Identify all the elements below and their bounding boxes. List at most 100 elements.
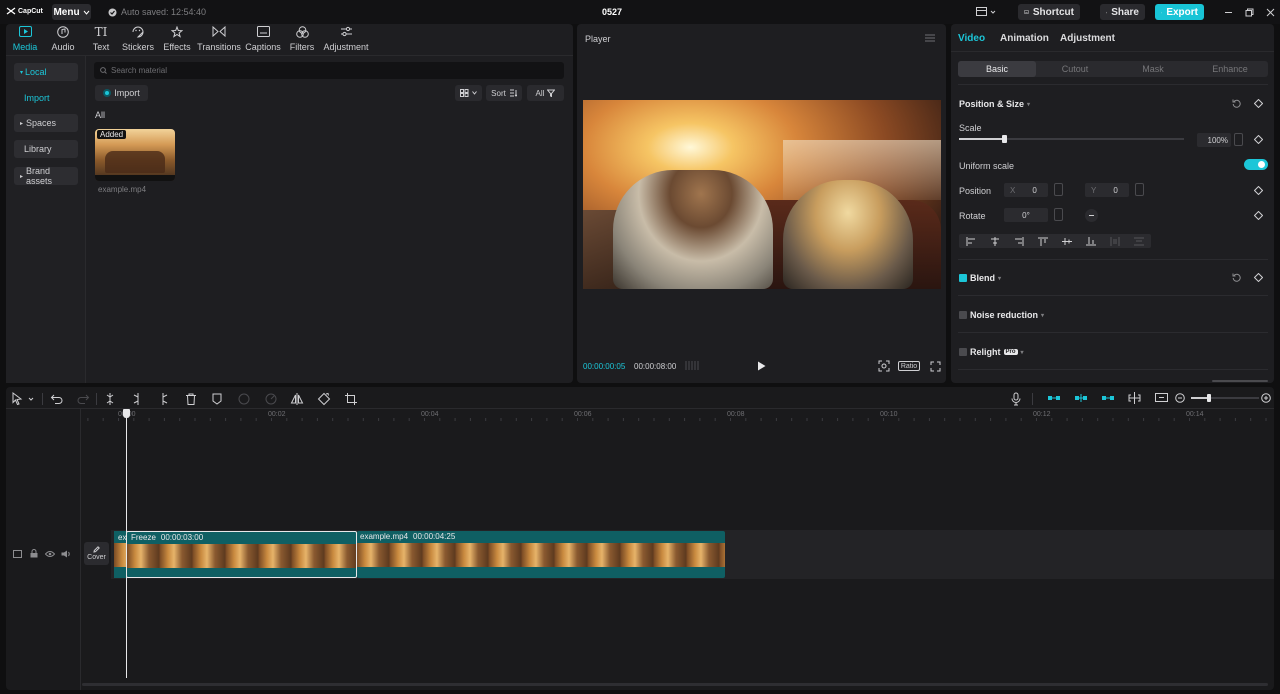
fullscreen-icon[interactable] bbox=[930, 361, 941, 372]
media-clip-thumbnail[interactable]: Added bbox=[95, 129, 175, 181]
auto-snap-icon[interactable] bbox=[1074, 393, 1088, 403]
filter-button[interactable]: All bbox=[527, 85, 564, 101]
position-size-header[interactable]: Position & Size ▾ bbox=[959, 99, 1030, 109]
lock-icon[interactable] bbox=[30, 549, 38, 558]
menu-button[interactable]: Menu bbox=[52, 4, 91, 20]
align-bottom-icon[interactable] bbox=[1086, 236, 1096, 246]
keyframe-icon[interactable] bbox=[1254, 186, 1263, 195]
play-icon[interactable] bbox=[757, 361, 766, 371]
align-top-icon[interactable] bbox=[1038, 237, 1048, 246]
align-left-icon[interactable] bbox=[966, 236, 976, 246]
microphone-icon[interactable] bbox=[1009, 392, 1023, 406]
sidebar-item-brand-assets[interactable]: ▸ Brand assets bbox=[14, 166, 78, 186]
export-button[interactable]: Export bbox=[1155, 4, 1204, 20]
sidebar-item-local[interactable]: ▾ Local bbox=[14, 63, 78, 81]
keyframe-icon[interactable] bbox=[1254, 135, 1263, 144]
sidebar-item-spaces[interactable]: ▸ Spaces bbox=[14, 114, 78, 132]
share-button[interactable]: Share bbox=[1100, 4, 1145, 20]
rotate-dial[interactable] bbox=[1085, 209, 1098, 222]
subtab-basic[interactable]: Basic bbox=[958, 61, 1036, 77]
close-icon[interactable] bbox=[1266, 8, 1275, 17]
tab-text[interactable]: TI Text bbox=[90, 26, 112, 52]
keyframe-icon[interactable] bbox=[1254, 99, 1263, 108]
select-tool-icon[interactable] bbox=[11, 392, 25, 406]
subtab-enhance[interactable]: Enhance bbox=[1191, 61, 1269, 77]
keyframe-icon[interactable] bbox=[1254, 273, 1263, 282]
undo-icon[interactable] bbox=[50, 392, 64, 406]
main-track-magnet-icon[interactable] bbox=[1047, 393, 1061, 403]
preview-axis-icon[interactable] bbox=[1128, 392, 1141, 404]
tab-adjustment-props[interactable]: Adjustment bbox=[1060, 33, 1115, 44]
align-center-v-icon[interactable] bbox=[1062, 237, 1072, 246]
scale-stepper[interactable] bbox=[1234, 133, 1243, 146]
restore-icon[interactable] bbox=[1245, 8, 1254, 17]
tab-captions[interactable]: Captions bbox=[245, 26, 281, 52]
position-y-field[interactable]: Y0 bbox=[1085, 183, 1129, 197]
blend-header[interactable]: Blend ▾ bbox=[959, 273, 1001, 283]
clip-prefix[interactable]: ex bbox=[114, 531, 126, 578]
rotate-icon[interactable] bbox=[317, 392, 331, 406]
rotate-stepper[interactable] bbox=[1054, 208, 1063, 221]
tab-transitions[interactable]: Transitions bbox=[197, 26, 241, 52]
tab-animation[interactable]: Animation bbox=[1000, 33, 1049, 44]
freeze-clip[interactable]: Freeze 00:00:03:00 bbox=[126, 531, 357, 578]
align-right-icon[interactable] bbox=[1014, 236, 1024, 246]
split-right-icon[interactable] bbox=[157, 392, 171, 406]
subtab-mask[interactable]: Mask bbox=[1114, 61, 1192, 77]
view-mode-button[interactable] bbox=[455, 85, 482, 101]
playhead[interactable] bbox=[126, 409, 127, 678]
search-input[interactable]: Search material bbox=[94, 62, 564, 79]
player-menu-icon[interactable] bbox=[925, 34, 935, 42]
scale-slider-knob[interactable] bbox=[1002, 135, 1007, 143]
panel-scrollbar[interactable] bbox=[1212, 380, 1268, 382]
noise-reduction-checkbox[interactable] bbox=[959, 311, 967, 319]
tab-video[interactable]: Video bbox=[958, 33, 985, 44]
relight-header[interactable]: Relight Pro ▾ bbox=[959, 347, 1024, 357]
sort-button[interactable]: Sort bbox=[486, 85, 522, 101]
ratio-button[interactable]: Ratio bbox=[898, 361, 920, 371]
noise-reduction-header[interactable]: Noise reduction ▾ bbox=[959, 310, 1044, 320]
tab-adjustment[interactable]: Adjustment bbox=[323, 26, 369, 52]
sidebar-item-import[interactable]: Import bbox=[14, 89, 78, 107]
chevron-down-icon[interactable] bbox=[28, 397, 34, 401]
rotate-field[interactable]: 0° bbox=[1004, 208, 1048, 222]
keyframe-icon[interactable] bbox=[1254, 211, 1263, 220]
tab-media[interactable]: Media bbox=[12, 26, 38, 52]
video-clip[interactable]: example.mp4 00:00:04:25 bbox=[357, 531, 725, 578]
mirror-icon[interactable] bbox=[290, 392, 304, 406]
cover-button[interactable]: Cover bbox=[84, 542, 109, 565]
speaker-icon[interactable] bbox=[61, 550, 71, 558]
zoom-in-icon[interactable] bbox=[1261, 393, 1271, 403]
linkage-icon[interactable] bbox=[1101, 393, 1115, 403]
layout-button[interactable] bbox=[976, 7, 996, 16]
tab-effects[interactable]: Effects bbox=[163, 26, 191, 52]
crop-icon[interactable] bbox=[344, 392, 358, 406]
split-left-icon[interactable] bbox=[130, 392, 144, 406]
position-y-stepper[interactable] bbox=[1135, 183, 1144, 196]
zoom-slider[interactable] bbox=[1191, 394, 1259, 402]
blend-checkbox[interactable] bbox=[959, 274, 967, 282]
import-button[interactable]: Import bbox=[95, 85, 148, 101]
zoom-out-icon[interactable] bbox=[1175, 393, 1185, 403]
tab-audio[interactable]: Audio bbox=[50, 26, 76, 52]
uniform-scale-toggle[interactable] bbox=[1244, 159, 1268, 170]
relight-checkbox[interactable] bbox=[959, 348, 967, 356]
subtab-cutout[interactable]: Cutout bbox=[1036, 61, 1114, 77]
position-x-stepper[interactable] bbox=[1054, 183, 1063, 196]
scale-slider[interactable] bbox=[959, 135, 1184, 143]
minimize-icon[interactable] bbox=[1224, 8, 1233, 17]
playhead-handle[interactable] bbox=[123, 409, 130, 418]
reset-icon[interactable] bbox=[1232, 273, 1241, 282]
split-icon[interactable] bbox=[103, 392, 117, 406]
time-ruler[interactable] bbox=[82, 409, 1274, 421]
eye-icon[interactable] bbox=[45, 550, 55, 558]
position-x-field[interactable]: X0 bbox=[1004, 183, 1048, 197]
zoom-slider-knob[interactable] bbox=[1207, 394, 1211, 402]
delete-icon[interactable] bbox=[184, 392, 198, 406]
fit-view-icon[interactable] bbox=[878, 360, 890, 372]
shortcut-button[interactable]: Shortcut bbox=[1018, 4, 1080, 20]
reset-icon[interactable] bbox=[1232, 99, 1241, 108]
tab-filters[interactable]: Filters bbox=[289, 26, 315, 52]
sidebar-item-library[interactable]: Library bbox=[14, 140, 78, 158]
zoom-fit-icon[interactable] bbox=[1155, 392, 1168, 404]
